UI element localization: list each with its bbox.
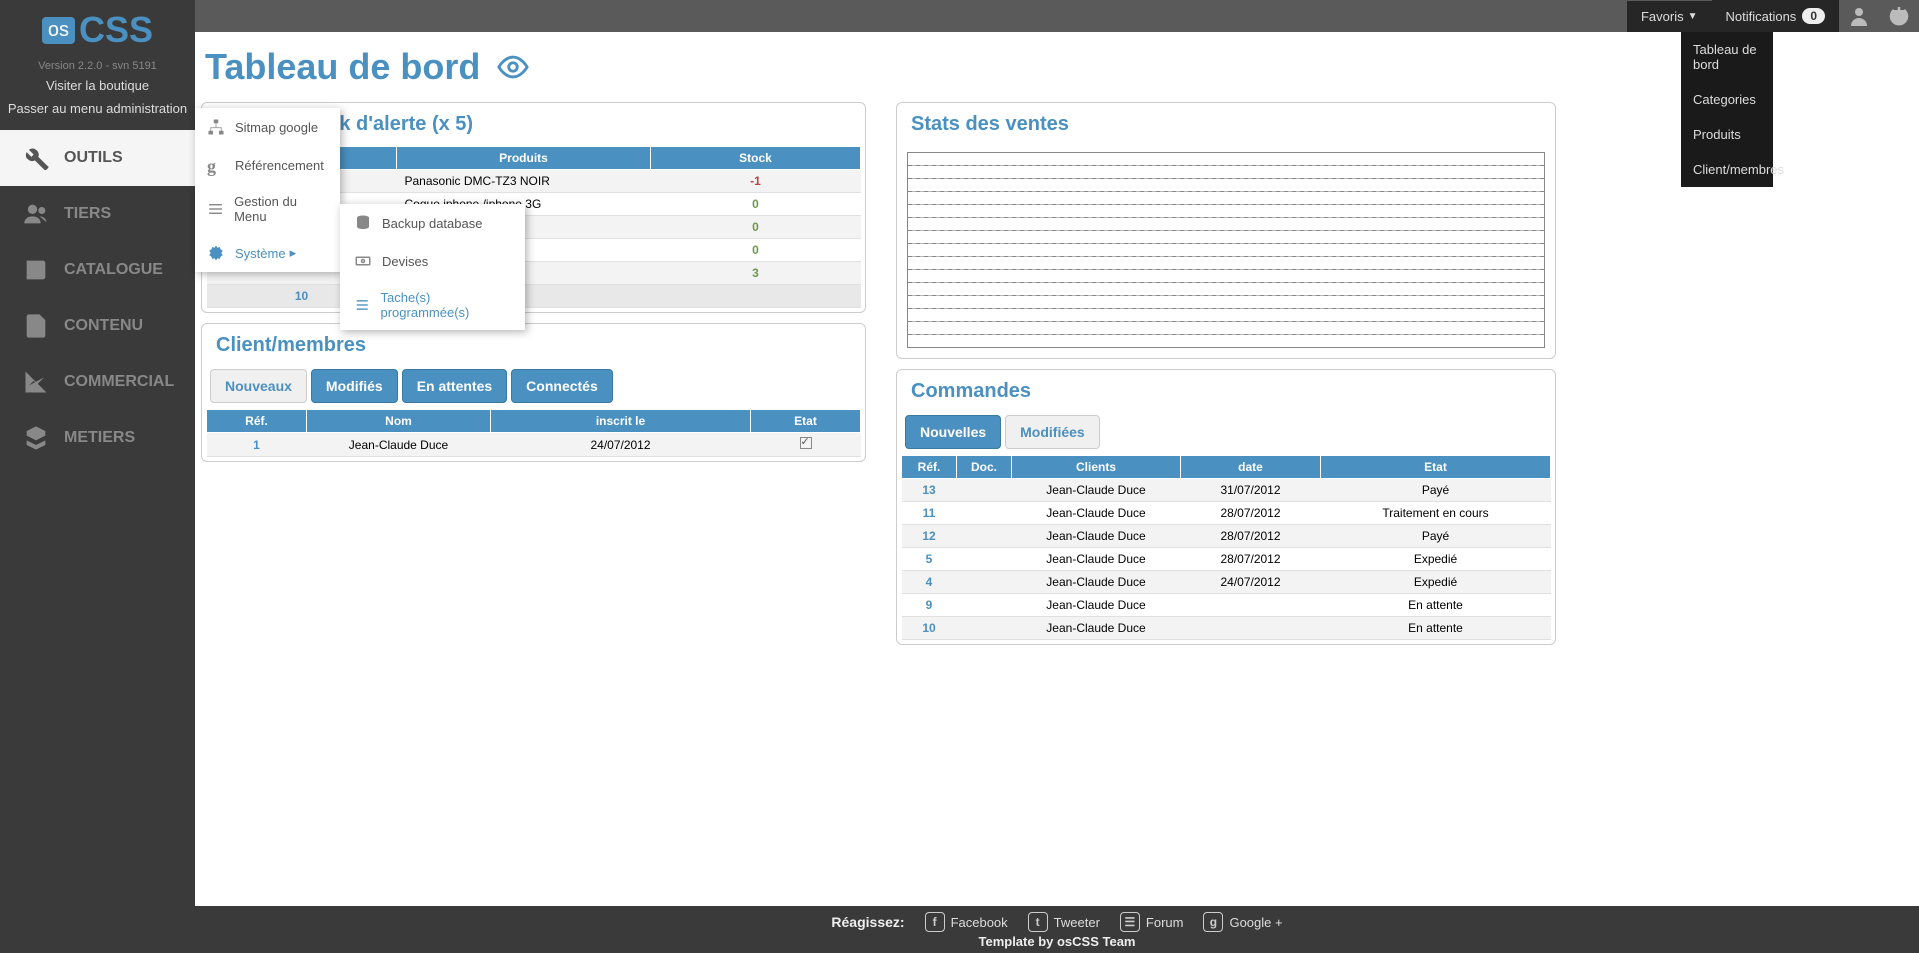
submenu-tasks[interactable]: Tache(s) programmée(s) (340, 280, 525, 330)
table-row[interactable]: 1Jean-Claude Duce24/07/2012 (207, 433, 861, 457)
social-icon: t (1028, 912, 1048, 932)
wrench-icon (20, 144, 52, 172)
social-icon: f (925, 912, 945, 932)
nav-catalogue[interactable]: CATALOGUE (0, 242, 195, 298)
list-icon (207, 200, 224, 218)
submenu-systeme-items: Backup database Devises Tache(s) program… (340, 204, 525, 330)
currency-icon (354, 252, 372, 270)
table-row[interactable]: 11Jean-Claude Duce28/07/2012Traitement e… (902, 502, 1551, 525)
clients-table: Réf. Nom inscrit le Etat 1Jean-Claude Du… (206, 409, 861, 457)
stats-panel: Stats des ventes (896, 102, 1556, 359)
nav-list: OUTILS TIERS CATALOGUE CONTENU COMMERCIA… (0, 130, 195, 466)
tab-order-modifiees[interactable]: Modifiées (1005, 415, 1100, 449)
boxes-icon (20, 424, 52, 452)
orders-title: Commandes (897, 370, 1555, 413)
nav-label: METIERS (64, 429, 135, 447)
clients-panel: Client/membres Nouveaux Modifiés En atte… (201, 323, 866, 462)
book-icon (20, 256, 52, 284)
stats-chart (907, 152, 1545, 348)
main-content: Tableau de bord Suivi de stock d'alerte … (195, 32, 1919, 923)
tab-nouveaux[interactable]: Nouveaux (210, 369, 307, 403)
nav-metiers[interactable]: METIERS (0, 410, 195, 466)
tab-nouvelles[interactable]: Nouvelles (905, 415, 1001, 449)
admin-menu-link[interactable]: Passer au menu administration (0, 97, 195, 120)
orders-table: Réf. Doc. Clients date Etat 13Jean-Claud… (901, 455, 1551, 640)
page-title: Tableau de bord (201, 38, 1913, 102)
tab-modifies[interactable]: Modifiés (311, 369, 398, 403)
table-total-row: 10 (207, 285, 861, 308)
visit-shop-link[interactable]: Visiter la boutique (0, 74, 195, 97)
database-icon (354, 214, 372, 232)
footer-link-facebook[interactable]: fFacebook (925, 912, 1008, 932)
tab-en-attentes[interactable]: En attentes (402, 369, 507, 403)
submenu-systeme[interactable]: Système ▸ (195, 234, 340, 272)
logo-suffix: CSS (79, 9, 153, 51)
user-icon[interactable] (1839, 4, 1879, 28)
nav-label: TIERS (64, 205, 111, 223)
tab-connectes[interactable]: Connectés (511, 369, 613, 403)
favoris-dashboard[interactable]: Tableau de bord (1681, 32, 1773, 82)
notifications-button[interactable]: Notifications 0 (1712, 0, 1840, 32)
submenu-sitemap[interactable]: Sitmap google (195, 108, 340, 146)
orders-panel: Commandes Nouvelles Modifiées Réf. Doc. … (896, 369, 1556, 645)
chevron-down-icon: ▼ (1688, 11, 1698, 22)
stats-title: Stats des ventes (897, 103, 1555, 146)
favoris-produits[interactable]: Produits (1681, 117, 1773, 152)
nav-contenu[interactable]: CONTENU (0, 298, 195, 354)
google-icon: g (207, 156, 225, 174)
table-row[interactable]: 5Jean-Claude Duce28/07/2012Expedié (902, 548, 1551, 571)
nav-label: CONTENU (64, 317, 143, 335)
table-row[interactable]: 9Jean-Claude DuceEn attente (902, 594, 1551, 617)
logo[interactable]: os CSS (18, 5, 178, 55)
table-row[interactable]: 13Jean-Claude Duce31/07/2012Payé (902, 479, 1551, 502)
footer-link-google +[interactable]: gGoogle + (1203, 912, 1282, 932)
submenu-menu-mgmt[interactable]: Gestion du Menu (195, 184, 340, 234)
nav-label: COMMERCIAL (64, 373, 174, 391)
favoris-menu: Tableau de bord Categories Produits Clie… (1681, 32, 1773, 187)
chevron-right-icon: ▸ (290, 245, 297, 261)
favoris-clients[interactable]: Client/membres (1681, 152, 1773, 187)
favoris-dropdown-trigger[interactable]: Favoris ▼ (1627, 1, 1712, 32)
chart-icon (20, 368, 52, 396)
submenu-outils: Sitmap google g Référencement Gestion du… (195, 108, 340, 272)
footer: Réagissez: fFacebook tTweeter ☰Forum gGoogl… (195, 906, 1919, 953)
sidebar: os CSS Version 2.2.0 - svn 5191 Visiter … (0, 0, 195, 953)
gear-icon (207, 244, 225, 262)
submenu-devises[interactable]: Devises (340, 242, 525, 280)
check-icon (800, 437, 812, 449)
nav-tiers[interactable]: TIERS (0, 186, 195, 242)
table-row[interactable]: 10Jean-Claude DuceEn attente (902, 617, 1551, 640)
users-icon (20, 200, 52, 228)
nav-label: CATALOGUE (64, 261, 163, 279)
clients-tabs: Nouveaux Modifiés En attentes Connectés (202, 367, 865, 409)
clients-title: Client/membres (202, 324, 865, 367)
nav-outils[interactable]: OUTILS (0, 130, 195, 186)
favoris-categories[interactable]: Categories (1681, 82, 1773, 117)
orders-tabs: Nouvelles Modifiées (897, 413, 1555, 455)
table-row[interactable]: 4Jean-Claude Duce24/07/2012Expedié (902, 571, 1551, 594)
logo-prefix: os (42, 17, 75, 44)
table-row[interactable]: 12Jean-Claude Duce28/07/2012Payé (902, 525, 1551, 548)
tasks-icon (354, 296, 371, 314)
sitemap-icon (207, 118, 225, 136)
footer-link-forum[interactable]: ☰Forum (1120, 912, 1184, 932)
social-icon: ☰ (1120, 912, 1140, 932)
power-icon[interactable] (1879, 4, 1919, 28)
footer-label: Réagissez: (831, 914, 904, 930)
version-label: Version 2.2.0 - svn 5191 (0, 60, 195, 72)
file-icon (20, 312, 52, 340)
nav-label: OUTILS (64, 149, 123, 167)
notif-badge: 0 (1802, 8, 1825, 24)
footer-credit: Template by osCSS Team (195, 934, 1919, 949)
social-icon: g (1203, 912, 1223, 932)
submenu-seo[interactable]: g Référencement (195, 146, 340, 184)
submenu-backup[interactable]: Backup database (340, 204, 525, 242)
eye-icon[interactable] (496, 50, 530, 84)
topbar: Favoris ▼ Notifications 0 (1627, 0, 1919, 32)
footer-link-tweeter[interactable]: tTweeter (1028, 912, 1100, 932)
nav-commercial[interactable]: COMMERCIAL (0, 354, 195, 410)
